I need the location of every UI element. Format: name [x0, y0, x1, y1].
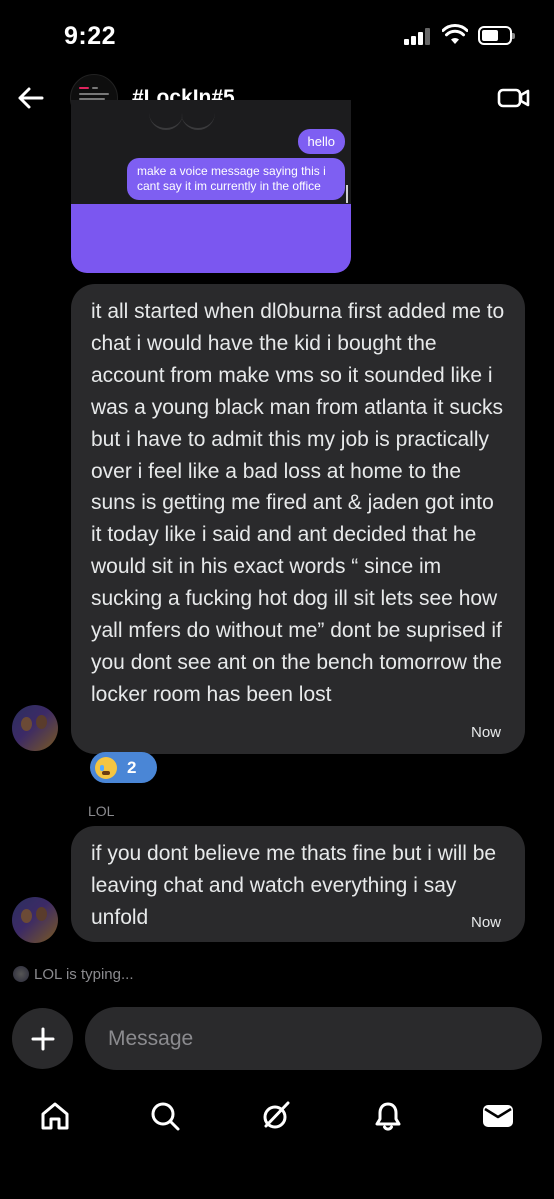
- home-icon: [41, 1102, 69, 1130]
- sender-name: LOL: [88, 803, 115, 819]
- search-icon: [151, 1102, 180, 1131]
- typing-indicator: LOL is typing...: [13, 963, 134, 985]
- message-timestamp: Now: [471, 724, 502, 741]
- avatar[interactable]: [12, 897, 58, 943]
- back-button[interactable]: [12, 80, 48, 116]
- reaction-badge[interactable]: 2: [90, 752, 157, 783]
- message-text: if you dont believe me thats fine but i …: [91, 842, 497, 929]
- message-timestamp: Now: [471, 914, 502, 931]
- tab-search[interactable]: [145, 1096, 185, 1136]
- shared-image[interactable]: hello make a voice message saying this i…: [71, 100, 351, 273]
- mail-icon: [483, 1105, 513, 1127]
- image-bubble-hello: hello: [297, 129, 345, 154]
- arrow-left-icon: [18, 87, 44, 109]
- grok-icon: [263, 1101, 290, 1129]
- image-bubble-message: make a voice message saying this i cant …: [127, 158, 345, 200]
- typing-avatar-icon: [13, 966, 29, 982]
- crying-face-emoji-icon: [95, 756, 117, 779]
- battery-icon: [478, 26, 515, 45]
- tab-messages[interactable]: [478, 1096, 518, 1136]
- avatar[interactable]: [12, 705, 58, 751]
- typing-text: LOL is typing...: [34, 965, 134, 983]
- cellular-signal-icon: [404, 27, 434, 45]
- status-bar: 9:22: [0, 0, 554, 70]
- tab-notifications[interactable]: [368, 1096, 408, 1136]
- wifi-icon: [442, 24, 468, 44]
- tab-grok[interactable]: [256, 1096, 296, 1136]
- tab-home[interactable]: [35, 1096, 75, 1136]
- bottom-tab-bar: [0, 1090, 554, 1150]
- home-indicator: [207, 1180, 347, 1185]
- image-decoration: [181, 110, 215, 130]
- status-time: 9:22: [64, 22, 117, 50]
- shared-image-content: hello make a voice message saying this i…: [71, 100, 351, 204]
- image-text-cursor: [346, 185, 348, 203]
- message-text: it all started when dl0burna first added…: [91, 300, 505, 706]
- message-bubble[interactable]: if you dont believe me thats fine but i …: [71, 826, 525, 942]
- message-input[interactable]: [85, 1007, 542, 1070]
- image-decoration: [149, 110, 183, 130]
- reaction-count: 2: [127, 757, 137, 777]
- video-call-button[interactable]: [497, 84, 531, 112]
- bell-icon: [375, 1102, 401, 1131]
- add-attachment-button[interactable]: [12, 1008, 73, 1069]
- plus-icon: [31, 1027, 54, 1050]
- message-bubble[interactable]: it all started when dl0burna first added…: [71, 284, 525, 754]
